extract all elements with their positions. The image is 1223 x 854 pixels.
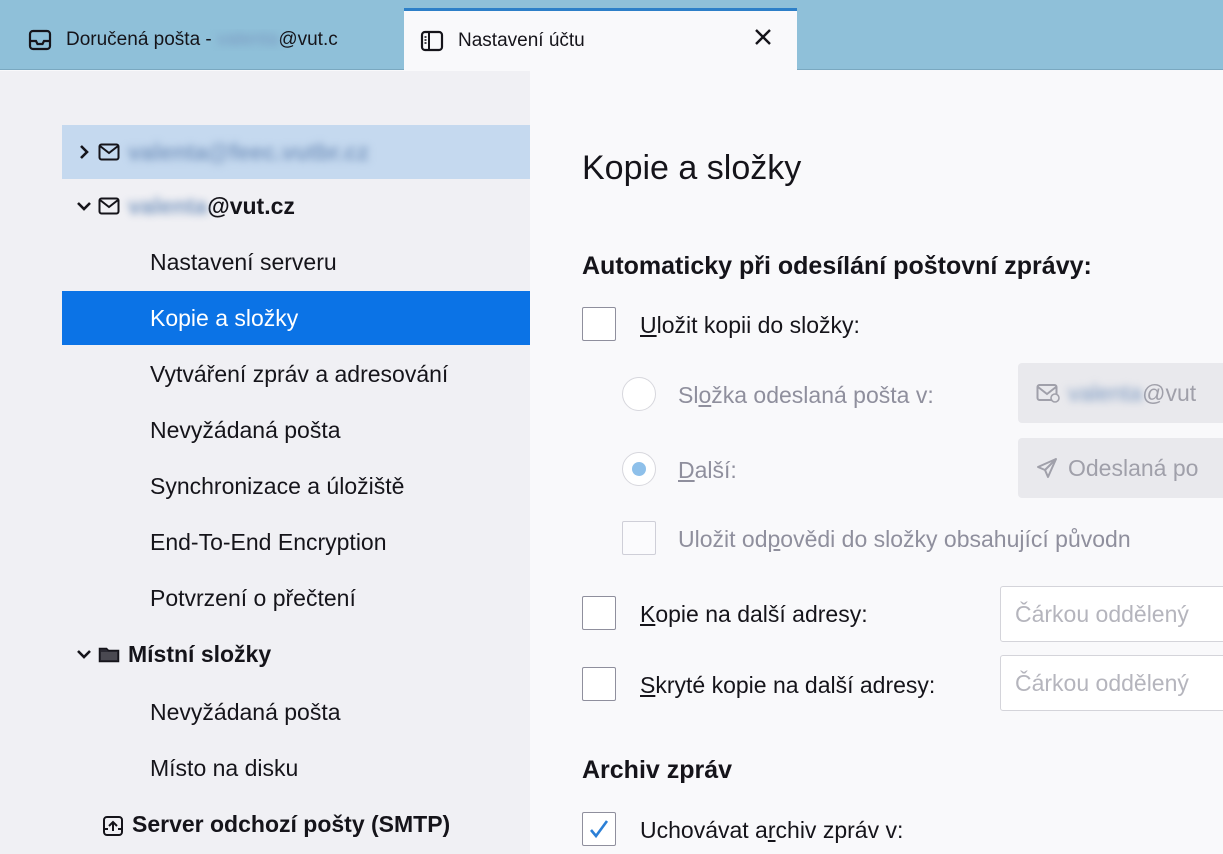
page-title: Kopie a složky	[582, 149, 802, 187]
sent-folder-label[interactable]: Složka odeslaná pošta v:	[678, 382, 934, 409]
sidebar-item-receipts[interactable]: Potvrzení o přečtení	[62, 571, 530, 625]
tab-bar: Doručená pošta - valenta@vut.c Nastavení…	[0, 0, 1223, 71]
outgoing-server-icon	[102, 815, 124, 836]
folder-icon	[98, 645, 120, 663]
cc-checkbox[interactable]	[582, 596, 616, 630]
account-name: valenta@feec.vutbr.cz	[128, 138, 370, 165]
sent-folder-radio[interactable]	[622, 377, 656, 411]
mail-account-icon	[1036, 382, 1060, 404]
save-replies-label[interactable]: Uložit odpovědi do složky obsahující pův…	[678, 526, 1131, 553]
tab-inbox[interactable]: Doručená pošta - valenta@vut.c	[12, 10, 404, 70]
save-copy-checkbox[interactable]	[582, 307, 616, 341]
sidebar-item-server-settings[interactable]: Nastavení serveru	[62, 235, 530, 289]
chevron-right-icon[interactable]	[76, 144, 92, 160]
settings-page-icon	[420, 29, 444, 53]
other-folder-radio[interactable]	[622, 452, 656, 486]
sent-folder-picker[interactable]: valenta @vut	[1018, 363, 1223, 423]
tab-account-settings-title: Nastavení účtu	[458, 30, 585, 51]
radio-selected-dot	[632, 462, 646, 476]
keep-archive-checkbox[interactable]	[582, 812, 616, 846]
tab-inbox-title: Doručená pošta - valenta@vut.c	[66, 29, 338, 50]
chevron-down-icon[interactable]	[76, 198, 92, 214]
close-icon[interactable]	[751, 25, 775, 49]
sidebar-smtp[interactable]: Server odchozí pošty (SMTP)	[62, 797, 530, 851]
settings-content: Kopie a složky Automaticky při odesílání…	[530, 71, 1223, 854]
other-folder-label[interactable]: Další:	[678, 457, 737, 484]
save-copy-label[interactable]: Uložit kopii do složky:	[640, 312, 860, 339]
mail-account-icon	[98, 143, 120, 161]
tab-account-settings[interactable]: Nastavení účtu	[404, 8, 797, 71]
sidebar-item-sync[interactable]: Synchronizace a úložiště	[62, 459, 530, 513]
other-folder-picker[interactable]: Odeslaná po	[1018, 438, 1223, 498]
inbox-icon	[28, 28, 52, 52]
account-sidebar: valenta@feec.vutbr.cz valenta@vut.cz Nas…	[0, 71, 530, 854]
bcc-input[interactable]	[1000, 655, 1223, 711]
send-icon	[1036, 457, 1060, 479]
sidebar-local-folders[interactable]: Místní složky	[62, 627, 530, 681]
local-folders-label: Místní složky	[128, 640, 272, 667]
sidebar-item-junk[interactable]: Nevyžádaná pošta	[62, 403, 530, 457]
cc-label[interactable]: Kopie na další adresy:	[640, 601, 868, 628]
save-replies-checkbox[interactable]	[622, 521, 656, 555]
cc-input[interactable]	[1000, 586, 1223, 642]
section-heading-auto-send: Automaticky při odesílání poštovní zpráv…	[582, 252, 1092, 280]
sidebar-item-disk-space[interactable]: Místo na disku	[62, 741, 530, 795]
bcc-checkbox[interactable]	[582, 667, 616, 701]
account-name: valenta@vut.cz	[128, 192, 295, 219]
sidebar-account-feec[interactable]: valenta@feec.vutbr.cz	[62, 125, 530, 179]
chevron-down-icon[interactable]	[76, 646, 92, 662]
section-heading-archive: Archiv zpráv	[582, 756, 733, 784]
sidebar-item-copies-folders[interactable]: Kopie a složky	[62, 291, 530, 345]
sidebar-account-vut[interactable]: valenta@vut.cz	[62, 179, 530, 233]
mail-account-icon	[98, 197, 120, 215]
bcc-label[interactable]: Skryté kopie na další adresy:	[640, 672, 935, 699]
sidebar-item-composition[interactable]: Vytváření zpráv a adresování	[62, 347, 530, 401]
sidebar-item-local-junk[interactable]: Nevyžádaná pošta	[62, 685, 530, 739]
smtp-label: Server odchozí pošty (SMTP)	[132, 810, 451, 837]
sidebar-item-e2e[interactable]: End-To-End Encryption	[62, 515, 530, 569]
keep-archive-label[interactable]: Uchovávat archiv zpráv v:	[640, 817, 903, 844]
checkmark-icon	[590, 820, 609, 839]
